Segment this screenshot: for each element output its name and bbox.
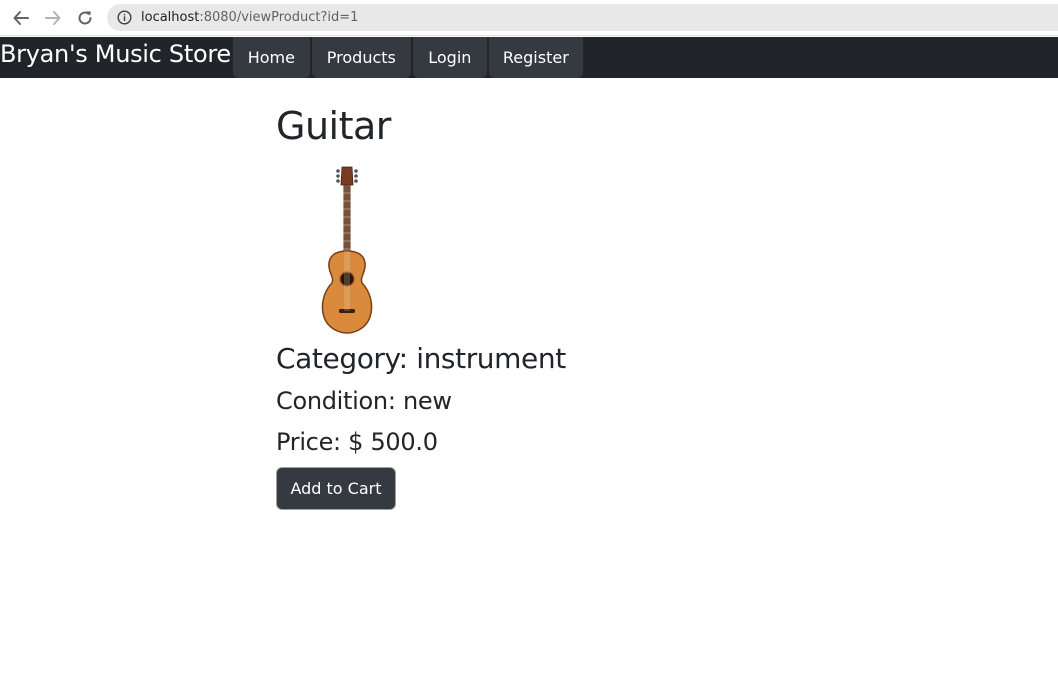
url-path: :8080/viewProduct?id=1 [199, 10, 359, 25]
brand-logo-text[interactable]: Bryan's Music Store [0, 37, 231, 78]
back-button[interactable] [10, 7, 32, 29]
info-icon[interactable] [117, 10, 132, 25]
arrow-left-icon [13, 11, 29, 25]
nav-register[interactable]: Register [488, 37, 583, 78]
nav-login[interactable]: Login [412, 37, 487, 78]
reload-button[interactable] [74, 7, 96, 29]
product-price: Price: $ 500.0 [276, 428, 438, 456]
nav-home[interactable]: Home [232, 37, 310, 78]
product-title: Guitar [276, 104, 391, 148]
product-condition: Condition: new [276, 387, 452, 415]
site-navbar: Bryan's Music Store Home Products Login … [0, 37, 1058, 78]
product-category: Category: instrument [276, 342, 566, 375]
forward-button[interactable] [42, 7, 64, 29]
add-to-cart-button[interactable]: Add to Cart [276, 467, 396, 510]
url-host: localhost [141, 10, 200, 25]
product-detail: Guitar Category: instrument Condition: n… [276, 100, 876, 510]
acoustic-guitar-image [321, 166, 373, 334]
nav-products[interactable]: Products [311, 37, 411, 78]
address-bar[interactable]: localhost:8080/viewProduct?id=1 [107, 4, 1058, 31]
reload-icon [78, 11, 92, 25]
arrow-right-icon [45, 11, 61, 25]
browser-toolbar: localhost:8080/viewProduct?id=1 [0, 0, 1058, 36]
